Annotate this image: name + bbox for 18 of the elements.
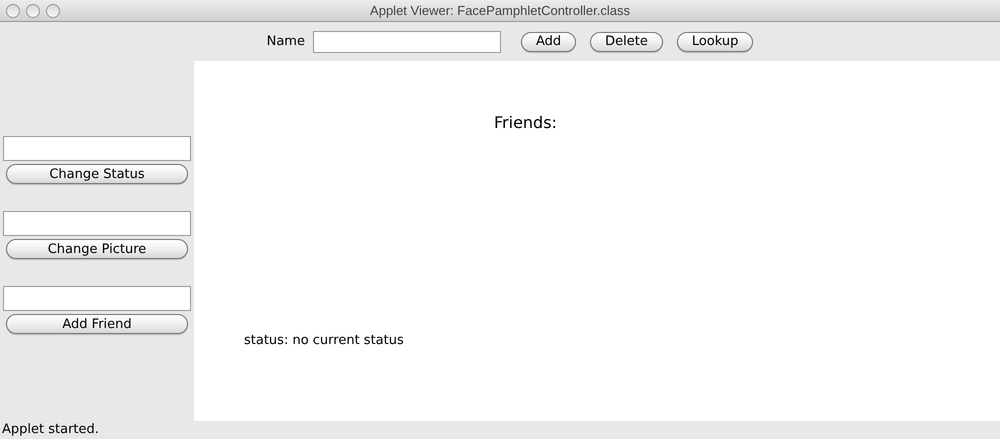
window-control-icon[interactable] — [26, 4, 40, 18]
text-field[interactable] — [3, 136, 191, 161]
sidebar-button[interactable]: Change Status — [6, 164, 188, 184]
status-bar-text: Applet started. — [2, 421, 99, 439]
name-label: Name — [266, 32, 305, 51]
sidebar-button[interactable]: Change Picture — [6, 239, 188, 259]
window-control-icon[interactable] — [46, 4, 60, 18]
name-field[interactable] — [312, 30, 501, 52]
sidebar-button[interactable]: Add Friend — [6, 314, 188, 334]
window-control-icon[interactable] — [6, 4, 20, 18]
text-field[interactable] — [3, 211, 191, 236]
friends-heading: Friends: — [494, 112, 557, 134]
window-title: Applet Viewer: FacePamphletController.class — [370, 2, 630, 20]
toolbar-button[interactable]: Lookup — [676, 32, 754, 52]
status-text: status: no current status — [244, 332, 404, 350]
toolbar-button[interactable]: Add — [520, 32, 576, 52]
text-field[interactable] — [3, 286, 191, 311]
toolbar-button[interactable]: Delete — [590, 32, 663, 52]
